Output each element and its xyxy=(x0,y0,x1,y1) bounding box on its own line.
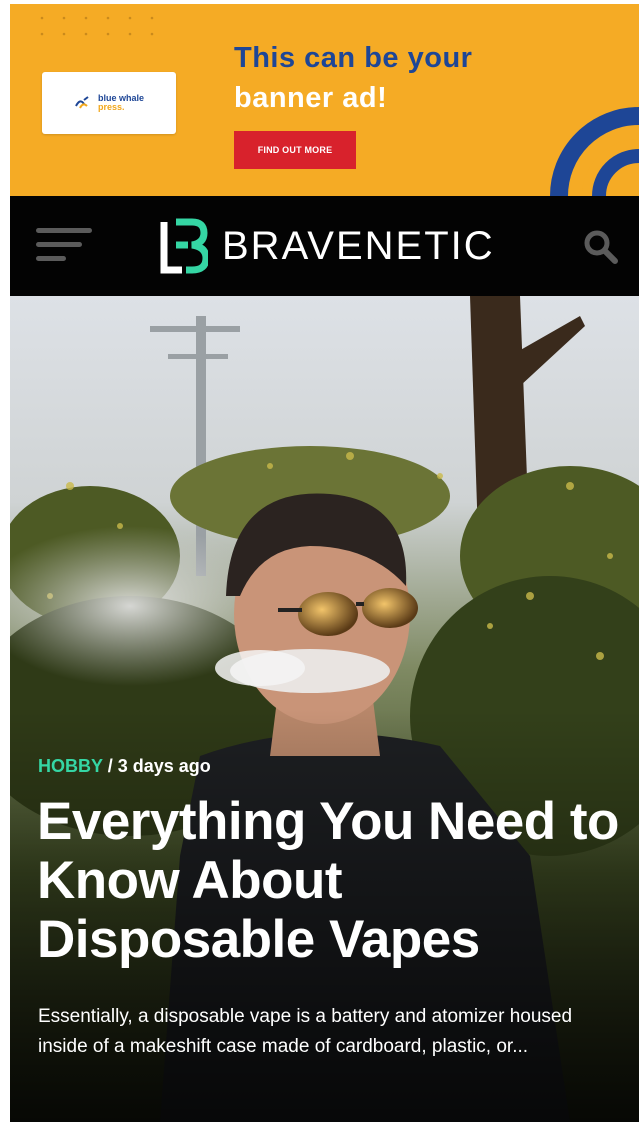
site-name: BRAVENETIC xyxy=(222,223,495,268)
featured-article[interactable]: HOBBY / 3 days ago Everything You Need t… xyxy=(10,296,639,1122)
article-date: 3 days ago xyxy=(117,756,211,776)
banner-ad[interactable]: blue whale press. This can be your banne… xyxy=(10,4,639,196)
decorative-dots xyxy=(40,16,154,36)
ad-headline-line2: banner ad! xyxy=(234,82,388,114)
advertiser-name: blue whale press. xyxy=(98,94,144,112)
advertiser-logo[interactable]: blue whale press. xyxy=(42,72,176,134)
hero-photo xyxy=(10,296,639,1122)
search-icon[interactable] xyxy=(582,228,620,266)
bravenetic-logo-icon xyxy=(160,218,208,274)
ad-headline-line1: This can be your xyxy=(234,42,473,74)
article-excerpt: Essentially, a disposable vape is a batt… xyxy=(38,1006,573,1057)
site-header: BRAVENETIC xyxy=(10,196,639,296)
advertiser-name-line2: press. xyxy=(97,102,125,112)
decorative-arcs xyxy=(550,107,639,196)
site-logo[interactable]: BRAVENETIC xyxy=(158,218,495,274)
meta-separator: / xyxy=(107,756,113,776)
article-title[interactable]: Everything You Need to Know About Dispos… xyxy=(37,792,627,969)
find-out-more-button[interactable]: FIND OUT MORE xyxy=(234,131,356,169)
category-link[interactable]: HOBBY xyxy=(38,756,103,776)
article-meta: HOBBY / 3 days ago xyxy=(38,756,211,777)
hamburger-menu-icon[interactable] xyxy=(30,224,96,268)
whale-logo-icon xyxy=(75,96,89,109)
